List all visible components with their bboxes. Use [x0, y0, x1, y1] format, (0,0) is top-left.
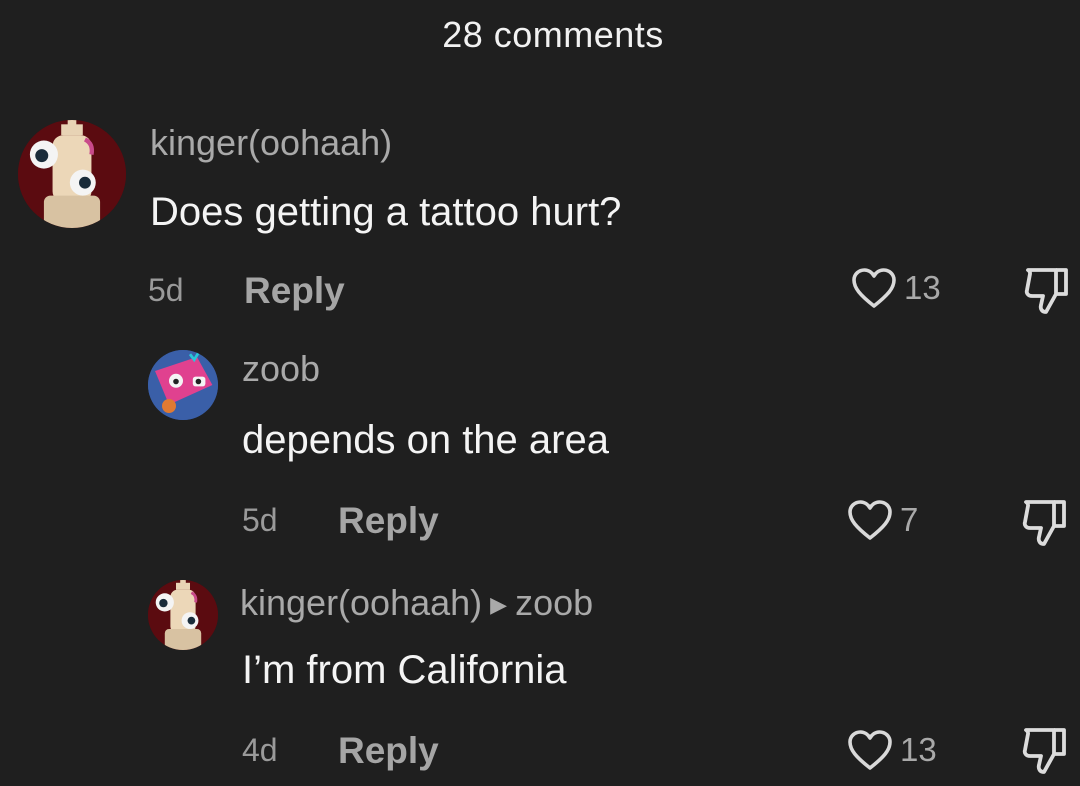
dislike-button[interactable]	[1018, 496, 1072, 550]
comment-text: depends on the area	[242, 418, 609, 462]
comment-username[interactable]: kinger(oohaah)	[150, 122, 392, 164]
comment-username: kinger(oohaah) ▶ zoob	[240, 582, 593, 624]
like-count: 13	[904, 269, 941, 306]
comment-username[interactable]: zoob	[242, 348, 320, 390]
like-button[interactable]: 7	[846, 498, 918, 542]
avatar[interactable]	[148, 580, 218, 650]
dislike-button[interactable]	[1018, 724, 1072, 778]
reply-to-username[interactable]: zoob	[515, 582, 593, 623]
like-count: 13	[900, 731, 937, 768]
like-button[interactable]: 13	[850, 266, 941, 310]
avatar[interactable]	[148, 350, 218, 420]
kinger-avatar-icon	[148, 580, 218, 650]
comment-text: Does getting a tattoo hurt?	[150, 190, 622, 234]
comments-count-title: 28 comments	[442, 14, 664, 55]
kinger-avatar-icon	[18, 120, 126, 228]
heart-outline-icon	[852, 268, 896, 308]
reply-button[interactable]: Reply	[338, 730, 439, 772]
like-button[interactable]: 13	[846, 728, 937, 772]
comment-timestamp: 5d	[242, 502, 278, 538]
like-count: 7	[900, 501, 919, 538]
comment-timestamp: 4d	[242, 732, 278, 768]
heart-outline-icon	[848, 500, 892, 540]
play-arrow-icon: ▶	[490, 592, 508, 617]
avatar[interactable]	[18, 120, 126, 228]
zoob-avatar-icon	[148, 350, 218, 420]
dislike-button[interactable]	[1020, 264, 1074, 318]
heart-outline-icon	[848, 730, 892, 770]
thumbs-down-icon	[1022, 728, 1066, 774]
comment-text: I’m from California	[242, 648, 567, 692]
thumbs-down-icon	[1024, 268, 1068, 314]
thumbs-down-icon	[1022, 500, 1066, 546]
reply-button[interactable]: Reply	[338, 500, 439, 542]
comments-panel: 28 comments kinger(oohaah) Does getting …	[0, 0, 1080, 786]
username-text[interactable]: kinger(oohaah)	[240, 582, 482, 623]
comment-timestamp: 5d	[148, 272, 184, 308]
username-text[interactable]: kinger(oohaah)	[150, 122, 392, 163]
reply-button[interactable]: Reply	[244, 270, 345, 312]
